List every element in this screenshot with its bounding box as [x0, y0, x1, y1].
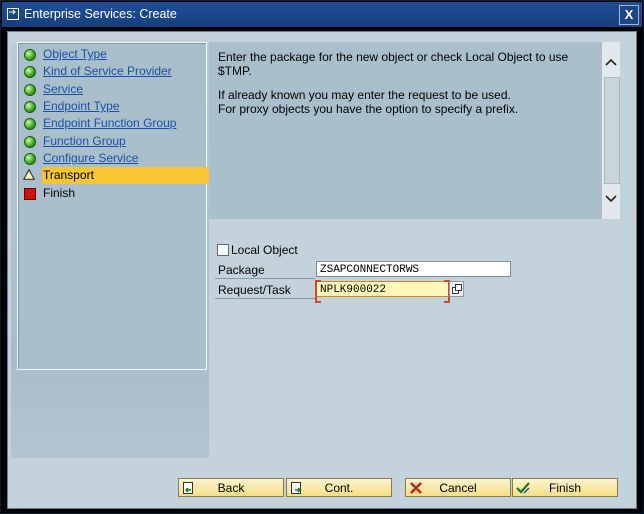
step-transport[interactable]: Transport	[42, 167, 218, 184]
step-label: Endpoint Type	[43, 99, 120, 113]
step-endpoint-function-group[interactable]: Endpoint Function Group	[18, 115, 204, 132]
step-function-group[interactable]: Function Group	[18, 133, 204, 150]
status-ok-icon	[24, 136, 36, 148]
warning-triangle-icon	[23, 169, 35, 180]
value-help-icon	[452, 284, 462, 294]
request-task-field[interactable]: NPLK900022	[315, 280, 450, 303]
step-label: Object Type	[43, 47, 107, 61]
info-text: Enter the package for the new object or …	[218, 50, 569, 78]
back-icon	[183, 482, 193, 494]
window-icon	[7, 8, 19, 20]
continue-button[interactable]: Cont.	[286, 478, 392, 497]
finish-label: Finish	[548, 481, 581, 495]
label-underline	[215, 298, 315, 299]
step-configure-service[interactable]: Configure Service	[18, 150, 204, 167]
step-label: Function Group	[43, 134, 126, 148]
step-label: Finish	[43, 186, 76, 200]
step-endpoint-type[interactable]: Endpoint Type	[18, 98, 204, 115]
step-label: Kind of Service Provider	[43, 64, 172, 78]
step-label: Transport	[43, 168, 94, 182]
info-text-2: If already known you may enter the reque…	[218, 88, 519, 116]
continue-label: Cont.	[324, 481, 354, 495]
steps-list: Object Type Kind of Service Provider Ser…	[17, 42, 218, 370]
status-ok-icon	[24, 101, 36, 113]
stop-icon	[24, 188, 36, 200]
local-object-label: Local Object	[231, 243, 298, 257]
request-label: Request/Task	[218, 283, 291, 297]
scrollbar-thumb[interactable]	[604, 77, 620, 184]
step-service[interactable]: Service	[18, 81, 204, 98]
step-finish: Finish	[18, 185, 204, 202]
step-object-type[interactable]: Object Type	[18, 46, 204, 63]
scroll-down-icon[interactable]	[602, 190, 620, 208]
finish-icon	[516, 482, 530, 494]
cancel-label: Cancel	[439, 481, 477, 495]
local-object-checkbox[interactable]	[217, 244, 229, 256]
close-icon: X	[624, 7, 634, 22]
step-label: Configure Service	[43, 151, 139, 165]
finish-button[interactable]: Finish	[512, 478, 618, 497]
close-button[interactable]: X	[619, 5, 639, 25]
back-button[interactable]: Back	[178, 478, 284, 497]
value-help-button[interactable]	[449, 281, 464, 297]
status-ok-icon	[24, 153, 36, 165]
status-ok-icon	[24, 84, 36, 96]
step-kind-of-service-provider[interactable]: Kind of Service Provider	[18, 63, 204, 80]
cancel-icon	[410, 482, 422, 494]
step-label: Service	[43, 82, 84, 96]
status-ok-icon	[24, 118, 36, 130]
info-panel: Enter the package for the new object or …	[209, 42, 602, 219]
label-underline	[215, 278, 315, 279]
status-ok-icon	[24, 66, 36, 78]
back-label: Back	[217, 481, 245, 495]
title-bar: Enterprise Services: Create X	[2, 2, 642, 27]
package-label: Package	[218, 263, 265, 277]
status-ok-icon	[24, 49, 36, 61]
scroll-up-icon[interactable]	[602, 53, 620, 71]
window-title: Enterprise Services: Create	[24, 7, 177, 21]
step-label: Endpoint Function Group	[43, 116, 177, 130]
wizard-window: Enterprise Services: Create X Object Typ…	[0, 0, 644, 514]
continue-icon	[291, 482, 302, 494]
package-field[interactable]: ZSAPCONNECTORWS	[316, 261, 511, 277]
cancel-button[interactable]: Cancel	[405, 478, 511, 497]
